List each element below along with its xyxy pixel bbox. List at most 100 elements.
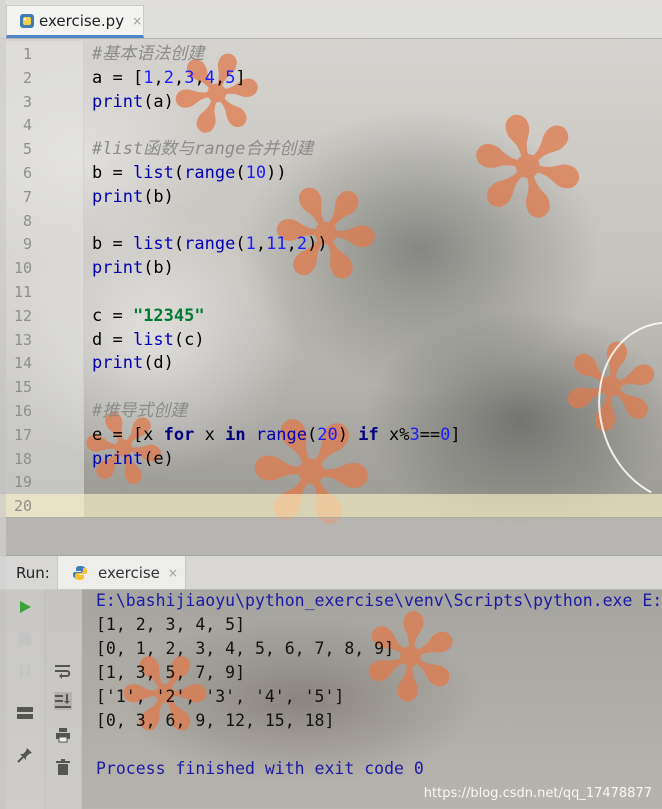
code-line[interactable]: 16 #推导式创建 (0, 399, 662, 423)
code-token: x (194, 424, 226, 445)
run-tool-window-header: Run: exercise × (0, 555, 662, 590)
run-toolbar-primary (6, 589, 45, 809)
pin-icon[interactable] (13, 743, 37, 767)
code-token: ( (235, 163, 246, 183)
code-token: , (173, 67, 185, 88)
console-exit-message: Process finished with exit code 0 (96, 759, 424, 778)
code-token: b = (92, 234, 133, 255)
code-text: b = list(range(10)) (92, 161, 287, 185)
pause-icon[interactable] (13, 659, 37, 683)
code-token: print (92, 448, 144, 469)
code-text: c = "12345" (92, 304, 205, 328)
code-token: ( (173, 234, 185, 255)
python-file-icon (19, 13, 35, 29)
code-token: print (92, 186, 144, 207)
code-text: print(b) (92, 256, 174, 280)
code-line[interactable]: 12 c = "12345" (0, 304, 662, 328)
console-output-line: [0, 1, 2, 3, 4, 5, 6, 7, 8, 9] (96, 639, 395, 658)
line-number: 3 (22, 92, 32, 111)
code-line[interactable]: 14 print(d) (0, 351, 662, 375)
stop-icon[interactable] (13, 627, 37, 651)
code-text: print(e) (92, 447, 174, 471)
line-number: 9 (22, 235, 32, 254)
close-icon[interactable]: × (168, 566, 178, 580)
line-number: 5 (22, 140, 32, 159)
run-tab-exercise[interactable]: exercise × (57, 556, 186, 589)
code-token: 2 (163, 67, 174, 88)
console-command-line: E:\bashijiaoyu\python_exercise\venv\Scri… (96, 591, 662, 610)
code-token: #list函数与range合并创建 (92, 139, 314, 160)
code-token: x% (378, 424, 410, 445)
editor-tab-exercise[interactable]: exercise.py × (6, 5, 144, 38)
code-token: ] (235, 67, 246, 88)
code-text: #list函数与range合并创建 (92, 137, 313, 161)
code-token: print (92, 91, 144, 112)
code-token: 11 (266, 234, 287, 255)
code-line[interactable]: 5 #list函数与range合并创建 (0, 137, 662, 161)
code-line[interactable]: 15 (0, 375, 662, 399)
layout-icon[interactable] (13, 701, 37, 725)
code-token: (b) (143, 258, 174, 279)
line-number: 6 (22, 164, 32, 182)
console-output-line: [0, 3, 6, 9, 12, 15, 18] (96, 711, 335, 730)
code-line[interactable]: 1 #基本语法创建 (0, 42, 662, 66)
code-token: print (92, 258, 144, 279)
code-line[interactable]: 6 b = list(range(10)) (0, 161, 662, 185)
code-line[interactable]: 4 (0, 113, 662, 137)
editor-tab-bar: exercise.py × (0, 0, 662, 39)
code-line[interactable]: 18 print(e) (0, 447, 662, 471)
code-editor[interactable]: 1 #基本语法创建 2 a = [1,2,3,4,5] 3 print(a) 4 5 #list… (0, 41, 662, 519)
code-token: if (358, 424, 379, 445)
run-console-output[interactable]: E:\bashijiaoyu\python_exercise\venv\Scri… (82, 589, 662, 809)
line-number: 18 (13, 449, 32, 468)
soft-wrap-icon[interactable] (51, 659, 75, 683)
line-number: 2 (22, 68, 32, 87)
line-number: 4 (22, 116, 32, 135)
code-text: #基本语法创建 (92, 42, 204, 66)
code-line[interactable]: 9b = list(range(1,11,2)) (0, 232, 662, 256)
trash-icon[interactable] (51, 755, 75, 779)
code-token: a = [ (92, 67, 144, 88)
code-line[interactable]: 19 (0, 470, 662, 494)
code-line[interactable]: 2a = [1,2,3,4,5] (0, 66, 662, 90)
run-toolbar-secondary (45, 589, 82, 809)
code-token: list (132, 329, 174, 350)
code-token: d = (92, 329, 133, 350)
code-line[interactable]: 3 print(a) (0, 90, 662, 114)
code-token: range (184, 234, 236, 255)
code-line[interactable]: 8 (0, 209, 662, 233)
line-number: 10 (13, 259, 32, 278)
code-token: ( (235, 234, 246, 255)
close-icon[interactable]: × (132, 14, 142, 28)
code-line[interactable]: 7 print(b) (0, 185, 662, 209)
code-token: print (92, 353, 144, 374)
code-token: , (194, 67, 205, 88)
code-token: , (214, 67, 226, 88)
line-number: 19 (13, 473, 32, 492)
left-tool-strip (0, 0, 6, 809)
code-line[interactable]: 10 print(b) (0, 256, 662, 280)
code-token: )) (307, 234, 328, 255)
code-token: (a) (143, 91, 174, 112)
code-line[interactable]: 11 (0, 280, 662, 304)
code-line-current[interactable]: 20 (0, 494, 662, 519)
line-number: 7 (22, 187, 32, 206)
code-text: a = [1,2,3,4,5] (92, 66, 246, 90)
code-token: 10 (245, 163, 267, 183)
code-token: == (419, 424, 441, 445)
code-token: ) (337, 424, 359, 445)
code-token: 0 (440, 424, 451, 445)
rerun-icon[interactable] (13, 595, 37, 619)
scroll-to-end-icon[interactable] (51, 689, 75, 713)
code-token: e = [x (92, 424, 164, 445)
code-line[interactable]: 17 e = [x for x in range(20) if x%3==0] (0, 423, 662, 447)
code-line[interactable]: 13 d = list(c) (0, 328, 662, 352)
run-panel-label: Run: (16, 564, 50, 582)
line-number: 8 (22, 211, 32, 230)
code-token: 3 (184, 67, 195, 88)
run-tab-label: exercise (98, 563, 160, 582)
code-token: ( (173, 163, 185, 183)
print-icon[interactable] (51, 723, 75, 747)
code-token: list (132, 234, 174, 255)
